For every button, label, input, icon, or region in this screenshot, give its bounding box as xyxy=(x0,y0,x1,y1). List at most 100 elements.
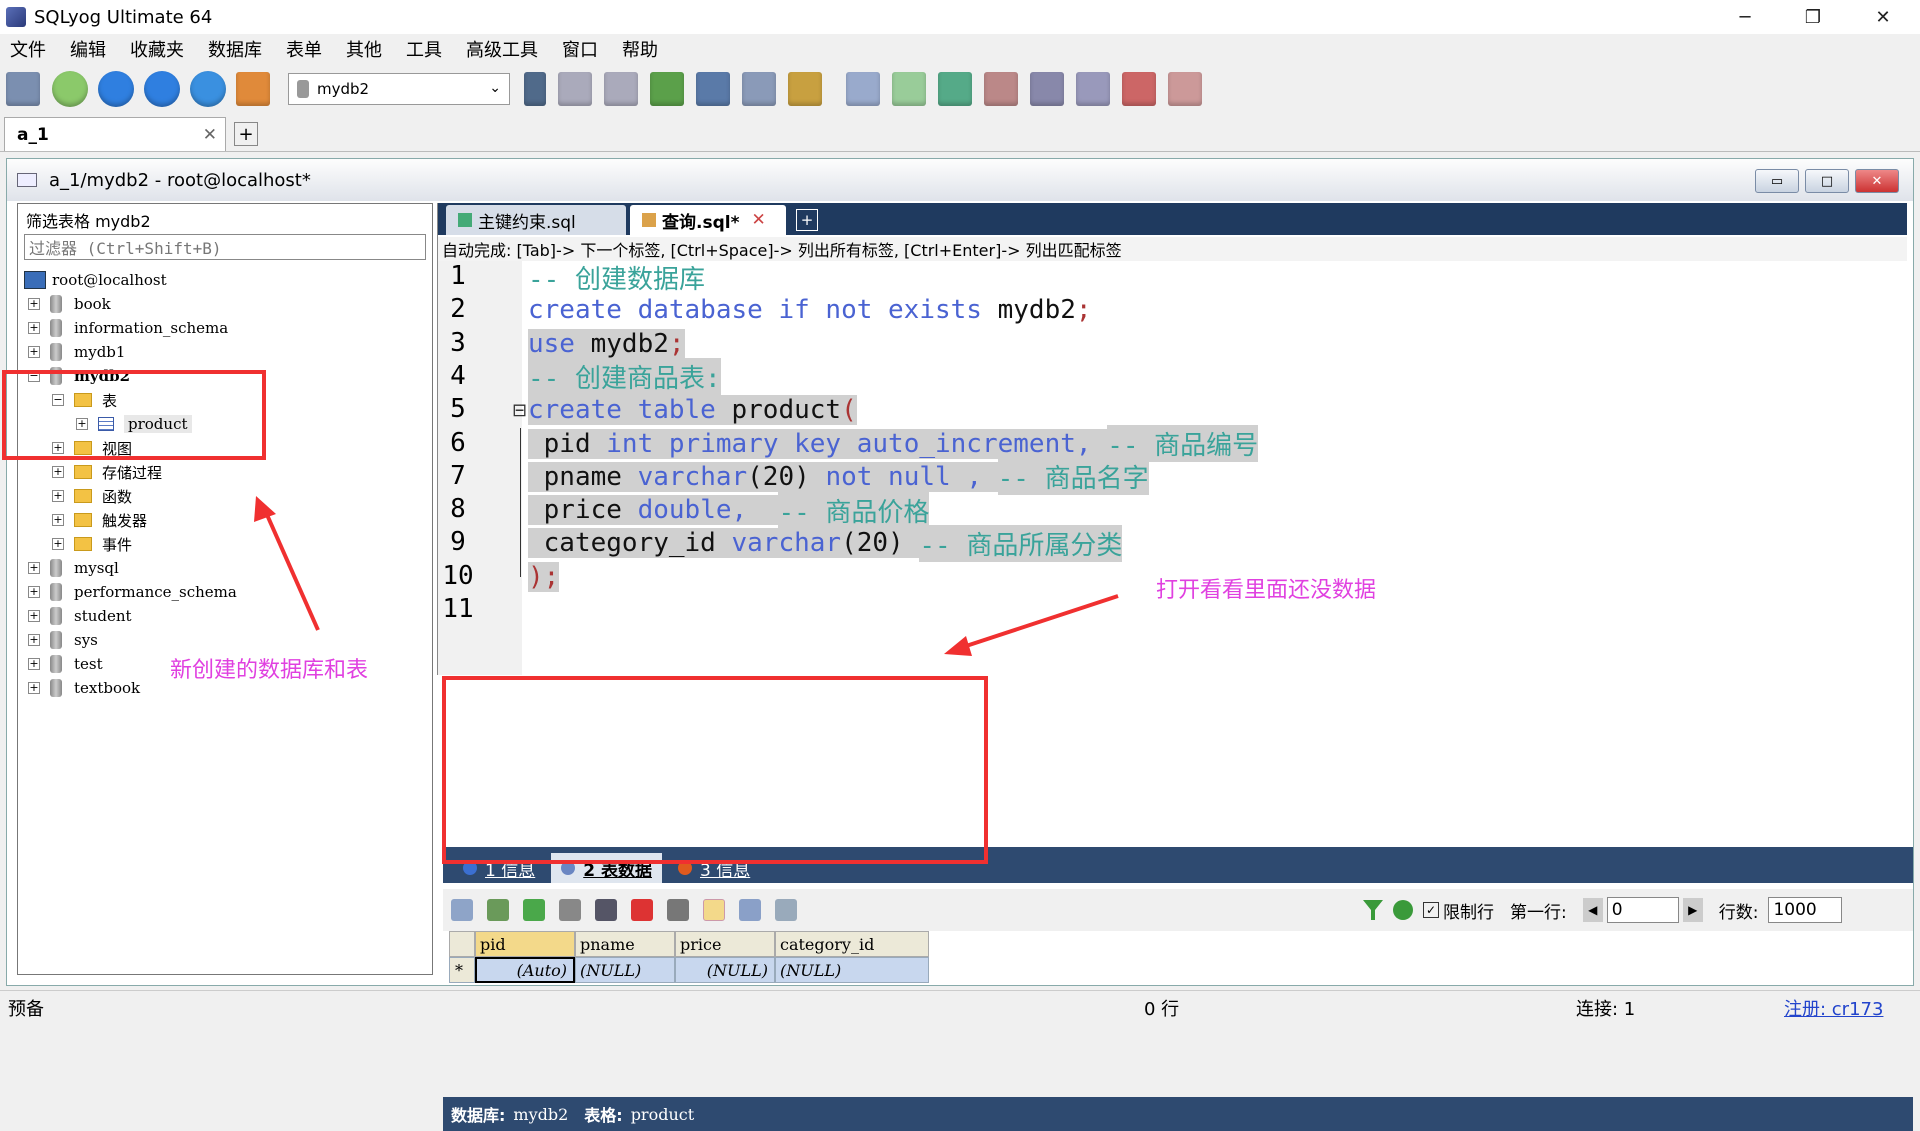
row-count-input[interactable]: 1000 xyxy=(1768,897,1843,923)
export-icon[interactable] xyxy=(696,72,730,106)
expand-icon[interactable]: + xyxy=(52,538,64,550)
table-designer-icon[interactable] xyxy=(788,72,822,106)
expand-icon[interactable]: + xyxy=(28,658,40,670)
menu-other[interactable]: 其他 xyxy=(346,36,382,62)
tree-item-db[interactable]: + student xyxy=(28,604,132,628)
expand-icon[interactable]: + xyxy=(28,682,40,694)
execute-all-icon[interactable] xyxy=(144,71,180,107)
grid-view-icon[interactable] xyxy=(451,899,473,921)
registration-link[interactable]: 注册: cr173 xyxy=(1784,995,1883,1021)
menu-database[interactable]: 数据库 xyxy=(208,36,262,62)
monitor-icon[interactable] xyxy=(1076,72,1110,106)
column-header[interactable]: category_id xyxy=(775,931,929,957)
refresh-icon[interactable] xyxy=(190,71,226,107)
minimize-button[interactable]: ─ xyxy=(1710,0,1780,34)
schema-designer-icon[interactable] xyxy=(1168,72,1202,106)
child-close-button[interactable]: ✕ xyxy=(1855,169,1899,193)
column-header[interactable]: pid xyxy=(475,931,575,957)
first-row-input[interactable]: 0 xyxy=(1606,897,1679,923)
text-mode-icon[interactable] xyxy=(775,899,797,921)
tree-item-db[interactable]: + mysql xyxy=(28,556,119,580)
compare-icon[interactable] xyxy=(938,72,972,106)
tree-root[interactable]: root@localhost xyxy=(24,268,167,292)
scheduler-icon[interactable] xyxy=(1030,72,1064,106)
column-header[interactable]: pname xyxy=(575,931,675,957)
sync-icon[interactable] xyxy=(846,72,880,106)
expand-icon[interactable]: + xyxy=(28,322,40,334)
add-tab-button[interactable]: + xyxy=(234,122,258,146)
table-cell[interactable]: (NULL) xyxy=(775,957,929,983)
close-icon[interactable]: ✕ xyxy=(751,210,765,230)
migration-icon[interactable] xyxy=(984,72,1018,106)
close-icon[interactable]: ✕ xyxy=(203,125,217,145)
table-cell[interactable]: (NULL) xyxy=(575,957,675,983)
tree-item-folder[interactable]: + 触发器 xyxy=(52,508,147,532)
table-cell[interactable]: (Auto) xyxy=(475,957,575,983)
duplicate-row-icon[interactable] xyxy=(559,899,581,921)
database-select[interactable]: mydb2 ⌄ xyxy=(288,73,510,105)
save-icon[interactable] xyxy=(595,899,617,921)
tree-item-folder[interactable]: + 存储过程 xyxy=(52,460,162,484)
grid-mode-icon[interactable] xyxy=(703,899,725,921)
filter-input[interactable]: 过滤器 (Ctrl+Shift+B) xyxy=(24,234,426,260)
child-maximize-button[interactable]: □ xyxy=(1805,169,1849,193)
tree-item-db[interactable]: + sys xyxy=(28,628,98,652)
expand-icon[interactable]: + xyxy=(28,610,40,622)
column-header[interactable]: price xyxy=(675,931,775,957)
tree-item-db[interactable]: + test xyxy=(28,652,103,676)
expand-icon[interactable]: + xyxy=(52,466,64,478)
tree-item-folder[interactable]: + 函数 xyxy=(52,484,132,508)
execute-icon[interactable] xyxy=(98,71,134,107)
menu-edit[interactable]: 编辑 xyxy=(70,36,106,62)
table-cell[interactable]: (NULL) xyxy=(675,957,775,983)
menu-table[interactable]: 表单 xyxy=(286,36,322,62)
expand-icon[interactable]: + xyxy=(28,298,40,310)
delete-row-icon[interactable] xyxy=(631,899,653,921)
expand-icon[interactable]: + xyxy=(28,586,40,598)
tab-primary-key-sql[interactable]: 主键约束.sql xyxy=(446,205,626,235)
close-button[interactable]: ✕ xyxy=(1848,0,1918,34)
menu-favorites[interactable]: 收藏夹 xyxy=(130,36,184,62)
expand-icon[interactable]: + xyxy=(28,562,40,574)
tree-item-folder[interactable]: + 事件 xyxy=(52,532,132,556)
code-area[interactable]: -- 创建数据库 create database if not exists my… xyxy=(438,261,1907,675)
menu-help[interactable]: 帮助 xyxy=(622,36,658,62)
import-icon[interactable] xyxy=(650,72,684,106)
tree-item-db[interactable]: + mydb1 xyxy=(28,340,125,364)
cancel-changes-icon[interactable] xyxy=(667,899,689,921)
menu-file[interactable]: 文件 xyxy=(10,36,46,62)
tree-item-db[interactable]: + information_schema xyxy=(28,316,228,340)
new-connection-icon[interactable] xyxy=(6,72,40,106)
maximize-button[interactable]: ❐ xyxy=(1778,0,1848,34)
expand-icon[interactable]: + xyxy=(28,634,40,646)
add-query-tab-button[interactable]: + xyxy=(796,209,818,231)
next-page-button[interactable]: ▶ xyxy=(1682,898,1703,922)
tree-item-db[interactable]: + book xyxy=(28,292,111,316)
connection-tab[interactable]: a_1 ✕ xyxy=(4,117,226,151)
form-mode-icon[interactable] xyxy=(739,899,761,921)
menu-advanced-tools[interactable]: 高级工具 xyxy=(466,36,538,62)
schema-sync-icon[interactable] xyxy=(892,72,926,106)
add-row-icon[interactable] xyxy=(523,899,545,921)
db-restore-icon[interactable] xyxy=(604,72,638,106)
db-backup-icon[interactable] xyxy=(558,72,592,106)
table-data-icon[interactable] xyxy=(742,72,776,106)
new-query-icon[interactable] xyxy=(52,71,88,107)
prev-page-button[interactable]: ◀ xyxy=(1582,898,1603,922)
schema-icon[interactable] xyxy=(236,72,270,106)
expand-icon[interactable]: + xyxy=(52,490,64,502)
select-all-checkbox[interactable] xyxy=(449,931,475,957)
expand-icon[interactable]: + xyxy=(28,346,40,358)
limit-rows-checkbox[interactable]: ✓ xyxy=(1423,902,1439,918)
fold-marker-icon[interactable]: ⊟ xyxy=(512,400,527,421)
export-results-icon[interactable] xyxy=(487,899,509,921)
expand-icon[interactable]: + xyxy=(52,514,64,526)
report-icon[interactable] xyxy=(1122,72,1156,106)
menu-tools[interactable]: 工具 xyxy=(406,36,442,62)
tree-item-db[interactable]: + performance_schema xyxy=(28,580,237,604)
tree-item-db[interactable]: + textbook xyxy=(28,676,140,700)
user-icon[interactable] xyxy=(524,72,546,106)
menu-window[interactable]: 窗口 xyxy=(562,36,598,62)
tab-query-sql[interactable]: 查询.sql* ✕ xyxy=(630,205,786,235)
child-minimize-button[interactable]: ▭ xyxy=(1755,169,1799,193)
